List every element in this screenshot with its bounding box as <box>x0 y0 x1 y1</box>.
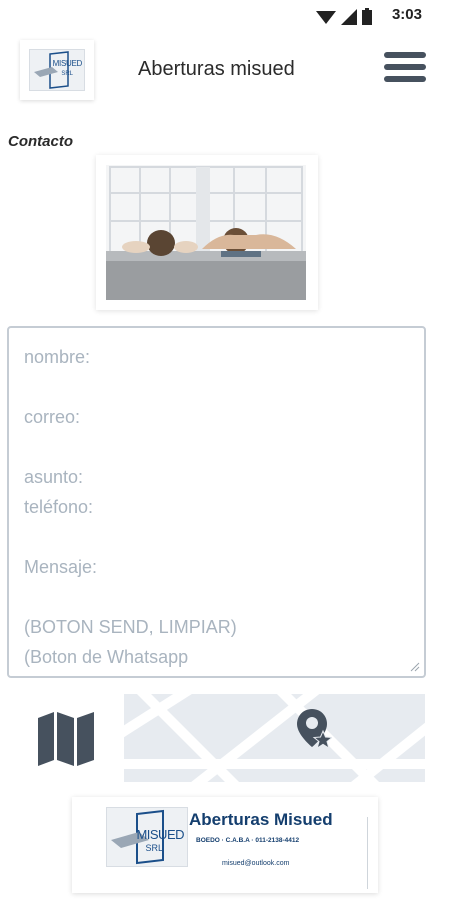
logo-image: MISUED SRL <box>29 49 85 91</box>
textarea-line: (Boton de Whatsapp <box>24 647 189 667</box>
textarea-line <box>24 582 409 612</box>
logo-text: MISUED <box>52 59 83 68</box>
hamburger-menu-icon-bar-3 <box>384 76 426 82</box>
card-email: misued@outlook.com <box>222 860 290 867</box>
hamburger-menu-button[interactable] <box>384 52 426 86</box>
hamburger-menu-icon <box>384 52 426 58</box>
status-icons <box>316 8 372 25</box>
location-pin-star-icon[interactable] <box>296 709 332 749</box>
hamburger-menu-icon-bar-2 <box>384 64 426 70</box>
logo-frame-icon <box>34 51 69 89</box>
contact-photo-card <box>96 155 318 310</box>
card-title: Aberturas Misued <box>189 810 333 829</box>
map-view[interactable] <box>124 694 425 782</box>
card-logo-sub: SRL <box>145 843 163 853</box>
card-logo-text: MISUED <box>136 827 184 842</box>
cell-signal-icon <box>341 8 357 25</box>
section-label: Contacto <box>8 133 73 150</box>
textarea-line: nombre: <box>24 347 91 367</box>
logo-sub: SRL <box>61 71 73 77</box>
wifi-icon <box>316 10 336 24</box>
app-header: MISUED SRL Aberturas misued <box>0 32 450 108</box>
battery-icon <box>362 8 372 25</box>
textarea-line: asunto: <box>24 467 84 487</box>
status-time: 3:03 <box>391 6 422 23</box>
card-divider <box>367 817 368 889</box>
business-card: MISUED SRL Aberturas Misued BOEDO · C.A.… <box>72 797 378 893</box>
textarea-line: correo: <box>24 407 81 427</box>
header-logo[interactable]: MISUED SRL <box>20 40 94 100</box>
map-streets <box>124 694 425 782</box>
textarea-line: Mensaje: <box>24 557 98 577</box>
textarea-line: teléfono: <box>24 497 94 517</box>
resize-handle-icon[interactable] <box>410 662 420 672</box>
textarea-line: (BOTON SEND, LIMPIAR) <box>24 617 237 637</box>
textarea-line <box>24 372 409 402</box>
contact-textarea[interactable]: nombre: correo: asunto: teléfono: Mensaj… <box>7 326 426 678</box>
card-subtitle: BOEDO · C.A.B.A · 011-2138-4412 <box>196 837 300 844</box>
textarea-line <box>24 522 409 552</box>
status-bar: 3:03 <box>0 0 450 32</box>
card-logo: MISUED SRL <box>106 807 188 867</box>
page-title: Aberturas misued <box>138 58 295 80</box>
contact-photo <box>106 165 306 300</box>
textarea-line <box>24 432 409 462</box>
map-icon[interactable] <box>36 710 96 766</box>
